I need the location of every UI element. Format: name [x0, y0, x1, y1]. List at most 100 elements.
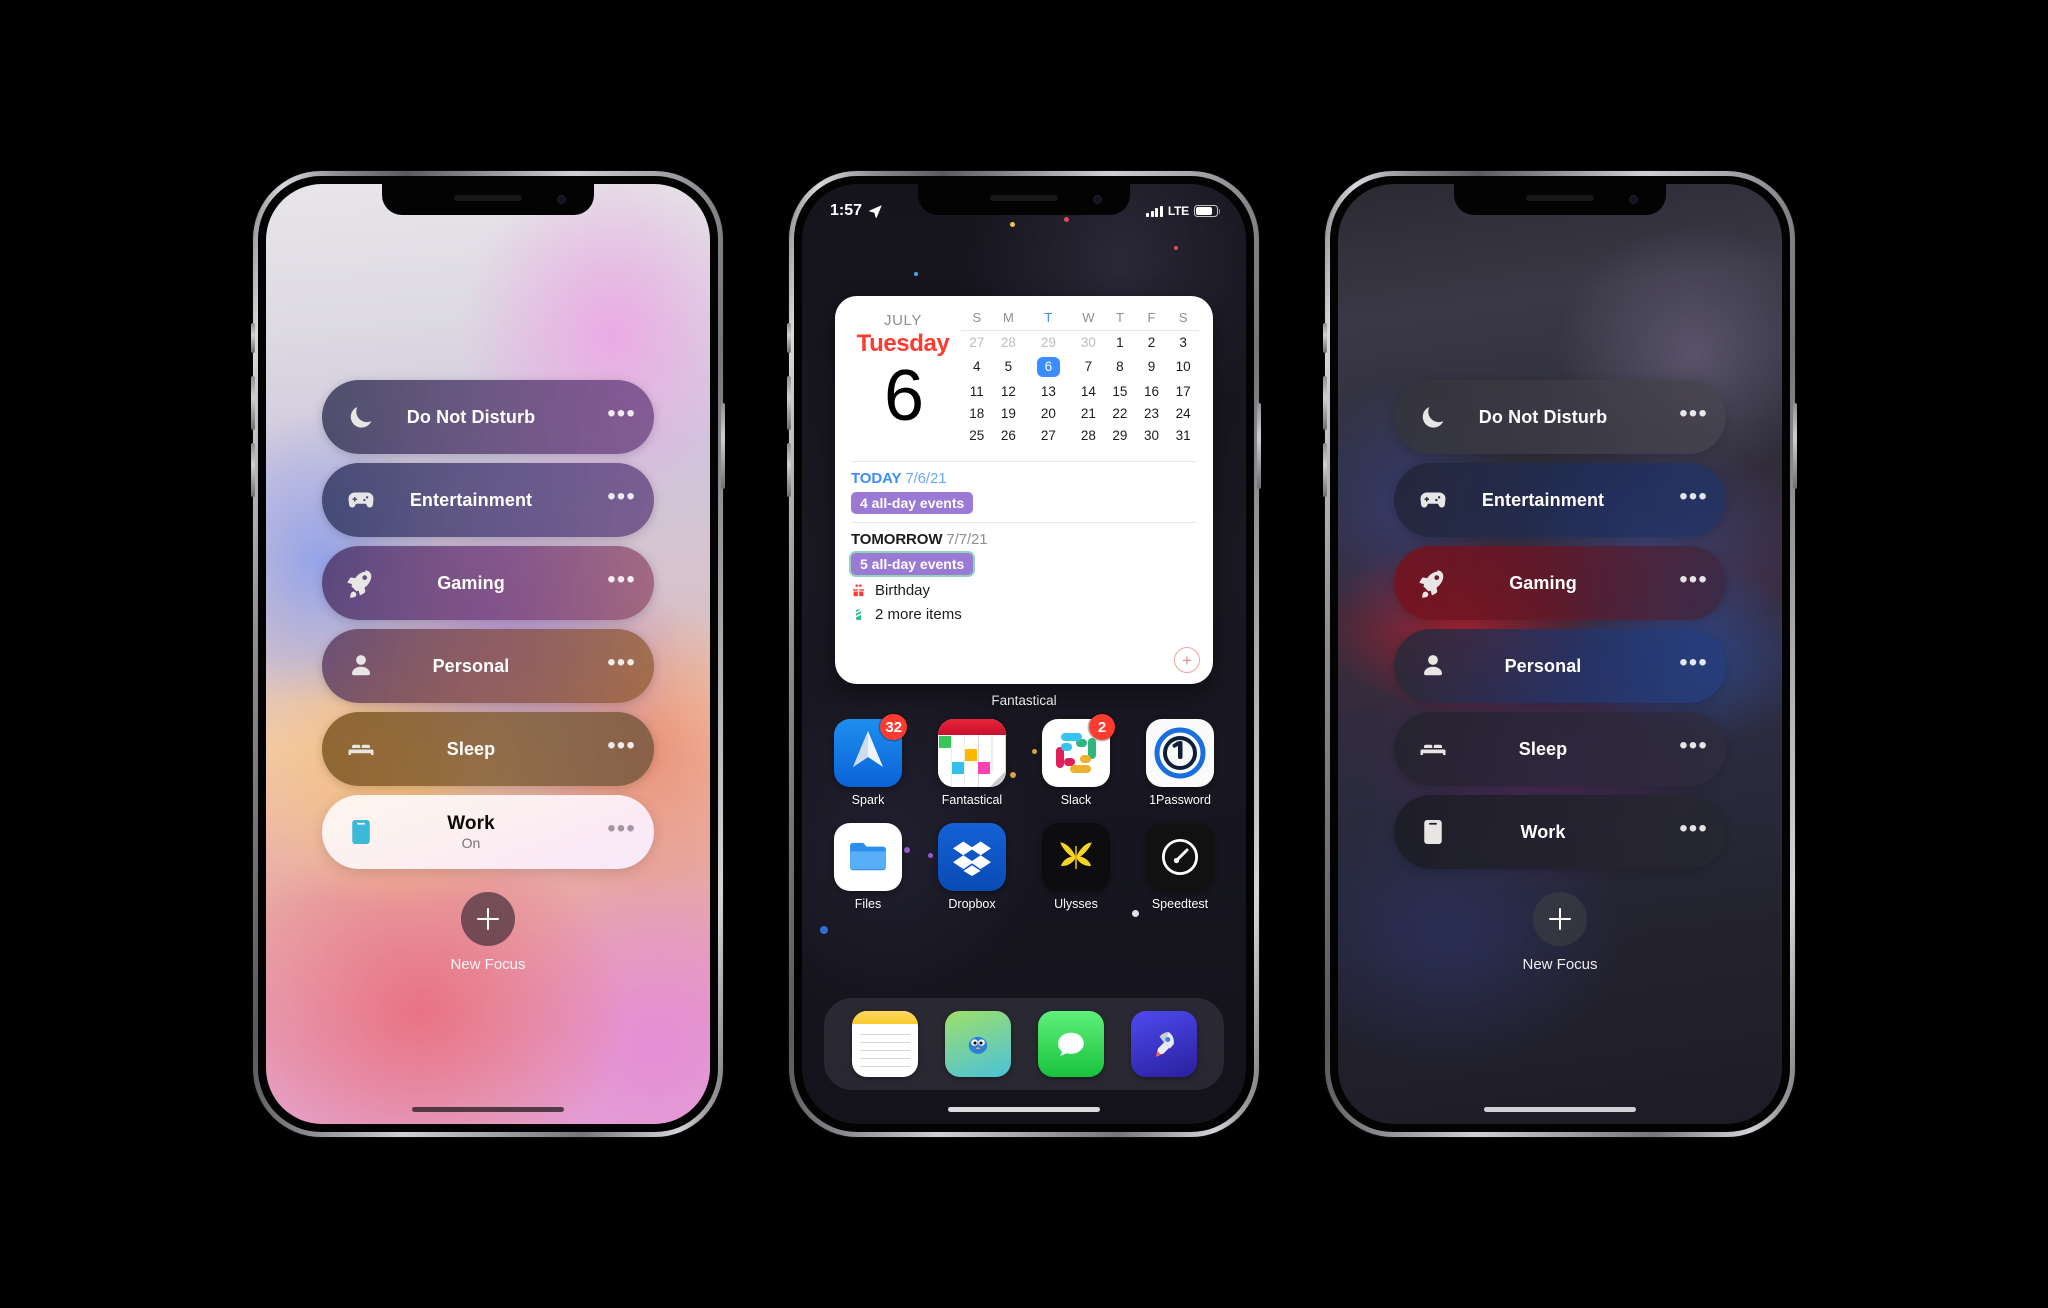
calendar-day[interactable]: 23 — [1136, 403, 1168, 425]
home-indicator[interactable] — [1484, 1107, 1636, 1112]
focus-pill-menu-button[interactable]: ••• — [602, 650, 636, 676]
fantastical-widget-container[interactable]: JULY Tuesday 6 S M T W T F S 27 28 29 30… — [835, 296, 1213, 708]
calendar-day-today[interactable]: 6 — [1024, 353, 1072, 380]
calendar-day[interactable]: 2 — [1136, 331, 1168, 354]
focus-pill-menu-button[interactable]: ••• — [1674, 567, 1708, 593]
focus-pill-menu-button[interactable]: ••• — [602, 484, 636, 510]
home-indicator[interactable] — [412, 1107, 564, 1112]
focus-pill-gaming[interactable]: Gaming ••• — [322, 546, 654, 620]
focus-pill-menu-button[interactable]: ••• — [1674, 816, 1708, 842]
calendar-day[interactable]: 4 — [961, 353, 993, 380]
calendar-day[interactable]: 19 — [993, 403, 1025, 425]
calendar-day[interactable]: 25 — [961, 425, 993, 447]
app-icon-dropbox[interactable]: Dropbox — [928, 823, 1010, 911]
focus-pill-personal[interactable]: Personal ••• — [322, 629, 654, 703]
focus-pill-menu-button[interactable]: ••• — [1674, 733, 1708, 759]
calendar-day[interactable]: 20 — [1024, 403, 1072, 425]
new-focus-button[interactable]: New Focus — [1522, 892, 1598, 973]
calendar-day[interactable]: 30 — [1073, 331, 1105, 354]
calendar-day[interactable]: 29 — [1024, 331, 1072, 354]
rocket-app-icon[interactable] — [1130, 1011, 1197, 1077]
app-icon-speedtest[interactable]: Speedtest — [1142, 823, 1218, 911]
calendar-day[interactable]: 8 — [1104, 353, 1136, 380]
mute-switch[interactable] — [1323, 323, 1327, 353]
calendar-header-row: S M T W T F S — [961, 310, 1199, 331]
home-indicator[interactable] — [948, 1107, 1100, 1112]
volume-up-button[interactable] — [1323, 376, 1327, 430]
side-button[interactable] — [1257, 403, 1261, 489]
app-icon-files[interactable]: Files — [830, 823, 906, 911]
calendar-day[interactable]: 28 — [1073, 425, 1105, 447]
event-row[interactable]: 2 more items — [851, 606, 1197, 623]
focus-pill-menu-button[interactable]: ••• — [602, 567, 636, 593]
calendar-day[interactable]: 1 — [1104, 331, 1136, 354]
focus-pill-menu-button[interactable]: ••• — [1674, 650, 1708, 676]
calendar-day[interactable]: 21 — [1073, 403, 1105, 425]
calendar-day[interactable]: 30 — [1136, 425, 1168, 447]
tweetbot-icon[interactable] — [944, 1011, 1011, 1077]
app-icon-ulysses[interactable]: Ulysses — [1038, 823, 1114, 911]
calendar-day[interactable]: 10 — [1167, 353, 1199, 380]
calendar-day[interactable]: 14 — [1073, 380, 1105, 402]
calendar-day[interactable]: 9 — [1136, 353, 1168, 380]
mute-switch[interactable] — [251, 323, 255, 353]
focus-pill-work[interactable]: Work ••• — [1394, 795, 1726, 869]
battery-icon — [1194, 205, 1221, 217]
new-focus-button[interactable]: New Focus — [450, 892, 526, 973]
calendar-day[interactable]: 24 — [1167, 403, 1199, 425]
calendar-day[interactable]: 5 — [993, 353, 1025, 380]
messages-icon[interactable] — [1037, 1011, 1104, 1077]
focus-pill-menu-button[interactable]: ••• — [1674, 401, 1708, 427]
calendar-day[interactable]: 3 — [1167, 331, 1199, 354]
calendar-day[interactable]: 17 — [1167, 380, 1199, 402]
calendar-day[interactable]: 13 — [1024, 380, 1072, 402]
calendar-day[interactable]: 11 — [961, 380, 993, 402]
volume-up-button[interactable] — [251, 376, 255, 430]
focus-pill-gaming[interactable]: Gaming ••• — [1394, 546, 1726, 620]
focus-pill-work[interactable]: Work On ••• — [322, 795, 654, 869]
focus-pill-entertainment[interactable]: Entertainment ••• — [322, 463, 654, 537]
notes-icon[interactable] — [851, 1011, 918, 1077]
focus-pill-menu-button[interactable]: ••• — [602, 401, 636, 427]
calendar-day[interactable]: 28 — [993, 331, 1025, 354]
side-button[interactable] — [1793, 403, 1797, 489]
calendar-day[interactable]: 7 — [1073, 353, 1105, 380]
calendar-day[interactable]: 15 — [1104, 380, 1136, 402]
side-button[interactable] — [721, 403, 725, 489]
focus-pill-entertainment[interactable]: Entertainment ••• — [1394, 463, 1726, 537]
fantastical-widget[interactable]: JULY Tuesday 6 S M T W T F S 27 28 29 30… — [835, 296, 1213, 684]
add-event-button[interactable]: + — [1174, 647, 1200, 673]
volume-down-button[interactable] — [1323, 443, 1327, 497]
calendar-day[interactable]: 26 — [993, 425, 1025, 447]
volume-down-button[interactable] — [251, 443, 255, 497]
mute-switch[interactable] — [787, 323, 791, 353]
app-icon-slack[interactable]: 2 Slack — [1032, 714, 1115, 807]
calendar-day[interactable]: 31 — [1167, 425, 1199, 447]
volume-down-button[interactable] — [787, 443, 791, 497]
files-icon — [834, 823, 902, 891]
app-icon-spark[interactable]: 32 Spark — [830, 714, 907, 807]
focus-pill-do-not-disturb[interactable]: Do Not Disturb ••• — [322, 380, 654, 454]
calendar-day[interactable]: 29 — [1104, 425, 1136, 447]
focus-pill-menu-button[interactable]: ••• — [602, 733, 636, 759]
focus-pill-sleep[interactable]: Sleep ••• — [1394, 712, 1726, 786]
calendar-day[interactable]: 18 — [961, 403, 993, 425]
calendar-day[interactable]: 27 — [1024, 425, 1072, 447]
calendar-day[interactable]: 22 — [1104, 403, 1136, 425]
focus-pill-personal[interactable]: Personal ••• — [1394, 629, 1726, 703]
calendar-day[interactable]: 27 — [961, 331, 993, 354]
focus-pill-menu-button[interactable]: ••• — [602, 816, 636, 842]
calendar-day[interactable]: 12 — [993, 380, 1025, 402]
focus-pill-do-not-disturb[interactable]: Do Not Disturb ••• — [1394, 380, 1726, 454]
volume-up-button[interactable] — [787, 376, 791, 430]
all-day-events-badge[interactable]: 5 all-day events — [851, 552, 974, 575]
event-row[interactable]: Birthday — [851, 582, 1197, 599]
all-day-events-badge[interactable]: 4 all-day events — [851, 491, 974, 514]
app-icon-1password[interactable]: 1Password — [1142, 719, 1218, 807]
focus-pill-sleep[interactable]: Sleep ••• — [322, 712, 654, 786]
focus-pill-menu-button[interactable]: ••• — [1674, 484, 1708, 510]
location-arrow-icon — [869, 204, 882, 218]
widget-mini-calendar[interactable]: S M T W T F S 27 28 29 30 1 2 3 4 5 6 7 … — [957, 310, 1199, 447]
app-icon-fantastical[interactable]: Fantastical — [934, 719, 1010, 807]
calendar-day[interactable]: 16 — [1136, 380, 1168, 402]
